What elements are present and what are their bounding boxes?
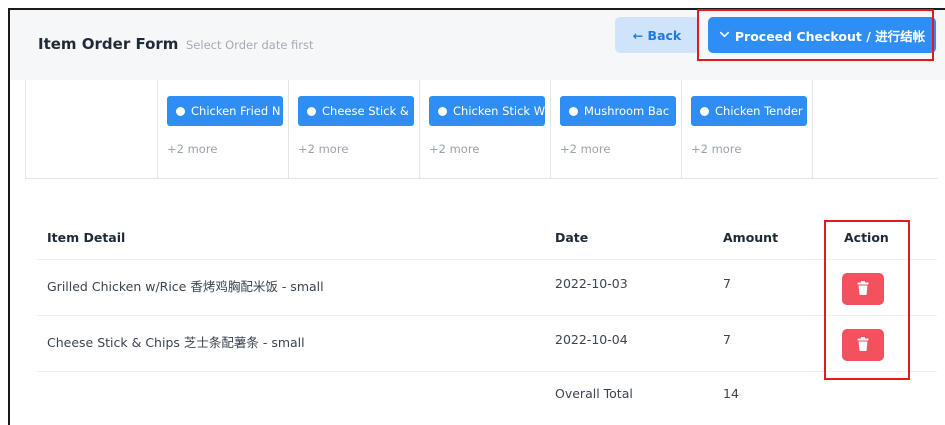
menu-item-chip-label: Chicken Tender [715,104,803,118]
grid-cell-empty [813,80,936,178]
menu-item-chip-label: Mushroom Bac [584,104,670,118]
grid-cell: Chicken Stick W +2 more [420,80,551,178]
back-button[interactable]: ← Back [615,17,699,53]
amount-cell: 7 [723,332,731,347]
menu-item-chip[interactable]: Cheese Stick & [298,96,414,126]
column-header-date: Date [555,230,589,245]
menu-item-chip[interactable]: Mushroom Bac [560,96,676,126]
column-header-item-detail: Item Detail [47,230,126,245]
menu-item-chip-label: Cheese Stick & [322,104,409,118]
checkout-highlight-box [697,9,934,61]
date-cell: 2022-10-04 [555,332,628,347]
item-detail-cell: Cheese Stick & Chips 芝士条配薯条 - small [47,335,305,350]
menu-item-chip-label: Chicken Stick W [453,104,545,118]
column-header-amount: Amount [723,230,779,245]
order-items-table: Item Detail Date Amount Action Grilled C… [37,212,937,417]
table-header-row: Item Detail Date Amount Action [37,212,937,260]
item-detail-cell: Grilled Chicken w/Rice 香烤鸡胸配米饭 - small [47,279,324,294]
dot-icon [307,106,316,116]
table-row: Grilled Chicken w/Rice 香烤鸡胸配米饭 - small 2… [37,260,937,316]
grid-cell: Cheese Stick & +2 more [289,80,420,178]
menu-item-grid: Chicken Fried N +2 more Cheese Stick & +… [25,80,938,179]
screen: Item Order Form Select Order date first … [0,0,945,425]
more-items-link[interactable]: +2 more [298,142,348,156]
more-items-link[interactable]: +2 more [167,142,217,156]
menu-item-chip-label: Chicken Fried N [191,104,281,118]
menu-item-chip[interactable]: Chicken Stick W [429,96,545,126]
grid-cell: Mushroom Bac +2 more [551,80,682,178]
dot-icon [700,106,709,116]
more-items-link[interactable]: +2 more [560,142,610,156]
grid-cell-empty [26,80,158,178]
amount-cell: 7 [723,276,731,291]
grid-cell: Chicken Fried N +2 more [158,80,289,178]
back-button-label: ← Back [632,27,682,43]
page-subtitle: Select Order date first [186,38,314,52]
action-highlight-box [824,220,910,380]
overall-total-value: 14 [723,386,739,401]
table-total-row: Overall Total 14 [37,372,937,417]
page-title: Item Order Form [38,35,179,53]
dot-icon [438,106,447,116]
overall-total-label: Overall Total [555,386,633,401]
table-row: Cheese Stick & Chips 芝士条配薯条 - small 2022… [37,316,937,372]
more-items-link[interactable]: +2 more [429,142,479,156]
cropped-top-text [0,0,945,5]
grid-cell: Chicken Tender +2 more [682,80,813,178]
date-cell: 2022-10-03 [555,276,628,291]
menu-item-chip[interactable]: Chicken Tender [691,96,807,126]
dot-icon [569,106,578,116]
menu-item-chip[interactable]: Chicken Fried N [167,96,283,126]
dot-icon [176,106,185,116]
more-items-link[interactable]: +2 more [691,142,741,156]
